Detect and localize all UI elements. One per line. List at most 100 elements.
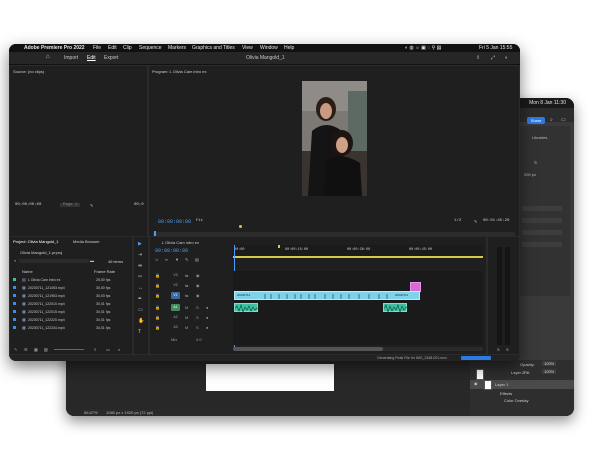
solo-icon[interactable]: S <box>196 325 199 330</box>
type-tool-icon[interactable]: T <box>138 330 141 335</box>
menu-view[interactable]: View <box>242 45 253 51</box>
menu-edit[interactable]: Edit <box>108 45 117 51</box>
mute-icon[interactable]: M <box>185 325 188 330</box>
freeform-view-icon[interactable]: ▧ <box>44 347 48 352</box>
layer-name[interactable]: Layer 1 <box>495 382 508 387</box>
ps-refresh-icon[interactable]: ↻ <box>534 160 537 165</box>
source-page[interactable]: Page 1 <box>60 203 81 207</box>
tab-project[interactable]: Project: Olivia Mangold_1 <box>13 239 59 244</box>
menu-file[interactable]: File <box>93 45 101 51</box>
label-color-swatch[interactable] <box>13 326 16 329</box>
linked-selection-icon[interactable]: ∞ <box>165 257 168 262</box>
mix-value[interactable]: 0.0 <box>196 337 202 342</box>
menu-graphics-titles[interactable]: Graphics and Titles <box>192 45 235 51</box>
ps-search-icon[interactable]: ⌕ <box>550 118 553 123</box>
project-item[interactable]: ▦ 20230711_122010.mp4 30,01 fps <box>10 300 132 308</box>
project-item[interactable]: ▦ 20230711_122220.mp4 30,01 fps <box>10 316 132 324</box>
track-label[interactable]: V2 <box>171 282 180 289</box>
new-bin-icon[interactable]: ▬ <box>90 258 94 263</box>
sync-lock-icon[interactable]: ⇆ <box>185 273 188 278</box>
sync-lock-icon[interactable]: ⇆ <box>185 283 188 288</box>
project-item[interactable]: ▦ 20230711_121953.mp4 30,03 fps <box>10 292 132 300</box>
list-view-icon[interactable]: ☰ <box>24 347 28 352</box>
lock-icon[interactable]: 🔒 <box>155 273 160 278</box>
settings-icon[interactable]: ✎ <box>474 219 477 224</box>
tab-edit[interactable]: Edit <box>87 55 96 61</box>
program-timecode[interactable]: 00:00:00:00 <box>158 219 191 225</box>
timeline-timecode[interactable]: 00:00:00:00 <box>155 248 188 254</box>
time-ruler[interactable]: 00:00 00:00:15:00 00:00:30:00 00:00:45:0… <box>233 245 483 258</box>
lock-icon[interactable]: 🔒 <box>155 325 160 330</box>
tab-media-browser[interactable]: Media Browser <box>73 239 100 244</box>
new-item-icon[interactable]: ▭ <box>106 347 110 352</box>
project-item[interactable]: ▦ 20230711_121453.mp4 30,00 fps <box>10 284 132 292</box>
fit-dropdown[interactable]: Fit <box>196 219 203 223</box>
tab-import[interactable]: Import <box>64 55 78 61</box>
timeline-settings-icon[interactable]: ✎ <box>185 257 188 262</box>
lock-icon[interactable]: 🔒 <box>155 293 160 298</box>
fill-field[interactable]: 100% <box>542 369 557 374</box>
pencil-icon[interactable]: ✎ <box>14 347 17 352</box>
snap-icon[interactable]: ⊃ <box>155 257 158 262</box>
find-icon[interactable]: ⌕ <box>118 347 120 352</box>
label-color-swatch[interactable] <box>13 318 16 321</box>
menu-sequence[interactable]: Sequence <box>139 45 162 51</box>
opacity-field[interactable]: 100% <box>542 361 557 366</box>
ripple-edit-icon[interactable]: ⇼ <box>138 264 142 269</box>
mic-icon[interactable]: ● <box>206 315 208 320</box>
sync-lock-icon[interactable]: ⇆ <box>185 293 188 298</box>
label-color-swatch[interactable] <box>13 310 16 313</box>
video-clip[interactable]: 20230711 20230711 <box>234 291 420 300</box>
source-timecode[interactable]: 00;00;00;00 <box>15 203 41 207</box>
icon-view-icon[interactable]: ▦ <box>34 347 38 352</box>
mic-icon[interactable]: ● <box>206 325 208 330</box>
mic-icon[interactable]: ● <box>206 305 208 310</box>
wrench-icon[interactable]: ✎ <box>90 203 93 208</box>
project-item[interactable]: ▤ L Olivia Cam intro ex 25,00 fps <box>10 276 132 284</box>
label-color-swatch[interactable] <box>13 294 16 297</box>
quality-dropdown[interactable]: 1/2 <box>454 219 461 223</box>
progress-icon[interactable]: ◐ <box>505 55 508 61</box>
work-area-bar[interactable] <box>233 256 483 258</box>
menu-clip[interactable]: Clip <box>123 45 132 51</box>
label-color-swatch[interactable] <box>13 302 16 305</box>
track-lanes[interactable]: 20230711 20230711 <box>233 271 483 345</box>
audio-clip[interactable] <box>234 303 259 313</box>
menu-help[interactable]: Help <box>284 45 294 51</box>
ps-zoom-level[interactable]: 66.67% <box>84 410 98 415</box>
captions-icon[interactable]: ▤ <box>195 257 199 262</box>
zoom-slider[interactable] <box>54 349 84 350</box>
mute-icon[interactable]: M <box>185 305 188 310</box>
timeline-scrollbar[interactable] <box>233 347 483 351</box>
ps-canvas[interactable] <box>206 364 334 391</box>
col-frame-rate[interactable]: Frame Rate <box>94 269 115 274</box>
eye-icon[interactable]: ◉ <box>196 273 200 278</box>
track-label[interactable]: V1 <box>171 292 180 299</box>
solo-icon[interactable]: S <box>196 305 199 310</box>
project-item[interactable]: ▦ 20230711_122015.mp4 30,01 fps <box>10 308 132 316</box>
col-name[interactable]: Name <box>22 269 33 274</box>
project-item[interactable]: ▦ 20230711_122234.mp4 30,01 fps <box>10 324 132 332</box>
lock-icon[interactable]: 🔒 <box>155 315 160 320</box>
add-marker-icon[interactable]: ▼ <box>175 257 179 262</box>
eye-icon[interactable]: ◉ <box>196 283 200 288</box>
marker[interactable] <box>239 225 242 228</box>
home-icon[interactable]: ⌂ <box>46 54 50 60</box>
app-name[interactable]: Adobe Premiere Pro 2022 <box>24 45 85 51</box>
hand-tool-icon[interactable]: ✋ <box>138 319 144 324</box>
ps-workspace-icon[interactable]: ▭ <box>561 118 566 123</box>
solo-icon[interactable]: S <box>196 315 199 320</box>
layer-name[interactable]: Layer 2 <box>511 370 524 375</box>
program-video-frame[interactable] <box>302 81 367 196</box>
lock-icon[interactable]: 🔒 <box>155 305 160 310</box>
menu-window[interactable]: Window <box>260 45 278 51</box>
menu-markers[interactable]: Markers <box>168 45 186 51</box>
label-color-swatch[interactable] <box>13 286 16 289</box>
ps-share-button[interactable]: Share <box>527 117 545 124</box>
sequence-tab[interactable]: L Olivia Cam intro ex <box>162 240 199 245</box>
solo-icon[interactable]: S <box>497 347 500 352</box>
label-color-swatch[interactable] <box>13 278 16 281</box>
ps-libraries-tab[interactable]: Libraries <box>532 135 547 140</box>
track-label[interactable]: A1 <box>171 304 180 311</box>
audio-clip[interactable] <box>383 303 408 313</box>
